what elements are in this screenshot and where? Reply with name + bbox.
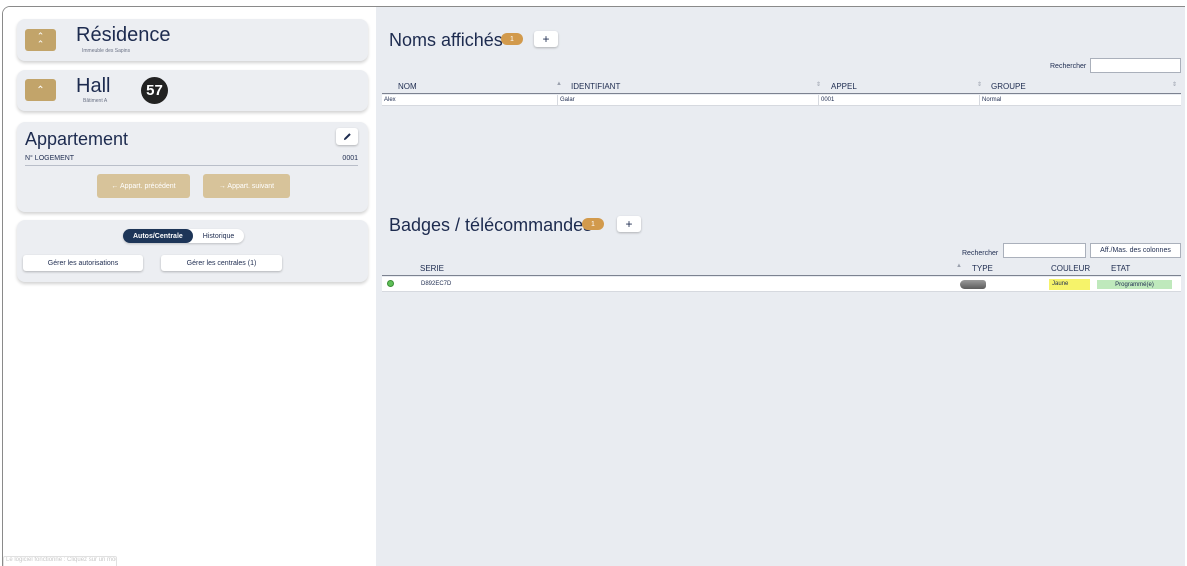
double-chevron-up-icon: ⌃ ⌃ (36, 31, 45, 49)
residence-title: Résidence (76, 24, 171, 46)
sort-icon: ⇕ (1172, 82, 1178, 88)
logement-value: 0001 (342, 155, 358, 162)
column-header-couleur[interactable]: COULEUR (1051, 264, 1090, 273)
right-panel: Noms affichés 1 + Rechercher NOM ▲ IDENT… (376, 7, 1185, 566)
hall-subtitle: Bâtiment A (83, 98, 108, 104)
column-divider (818, 95, 819, 106)
residence-toggle-button[interactable]: ⌃ ⌃ (25, 29, 56, 51)
previous-appartement-button[interactable]: ← Appart. précédent (97, 174, 190, 198)
cell-serie: D892EC7D (421, 281, 452, 287)
table-header-divider (382, 93, 1181, 94)
sort-icon: ⇕ (977, 82, 983, 88)
residence-card: ⌃ ⌃ Résidence Immeuble des Sapins (17, 19, 368, 61)
chevron-up-icon: ⌃ (36, 84, 45, 96)
table-row[interactable]: D892EC7D Jaune Programmé(e) (382, 277, 1181, 292)
column-header-nom[interactable]: NOM (398, 82, 417, 91)
appartement-card: Appartement N° LOGEMENT 0001 ← Appart. p… (17, 122, 368, 212)
badges-section-title: Badges / télécommandes (389, 215, 593, 235)
table-header-divider (382, 275, 1181, 276)
next-appartement-button[interactable]: → Appart. suivant (203, 174, 290, 198)
hall-title: Hall (76, 75, 111, 97)
settings-status-icon[interactable] (387, 280, 394, 287)
column-header-groupe[interactable]: GROUPE (991, 82, 1026, 91)
manage-centrales-button[interactable]: Gérer les centrales (1) (161, 255, 282, 271)
add-badge-button[interactable]: + (617, 216, 641, 232)
tab-autos-centrale[interactable]: Autos/Centrale (123, 229, 193, 243)
badges-search-input[interactable] (1003, 243, 1086, 258)
toggle-columns-button[interactable]: Aff./Mas. des colonnes (1090, 243, 1181, 258)
column-header-etat[interactable]: ETAT (1111, 264, 1130, 273)
cell-nom: Alex (384, 97, 396, 103)
cell-groupe: Normal (982, 97, 1002, 103)
sort-asc-icon: ▲ (556, 81, 562, 87)
hall-number-badge: 57 (141, 77, 168, 104)
edit-appartement-button[interactable] (336, 128, 358, 145)
noms-search-label: Rechercher (1050, 63, 1087, 70)
badges-search-label: Rechercher (962, 250, 999, 257)
table-row[interactable]: Alex Galar 0001 Normal (382, 95, 1181, 106)
manage-authorizations-button[interactable]: Gérer les autorisations (23, 255, 143, 271)
cell-appel: 0001 (821, 97, 835, 103)
noms-search-input[interactable] (1090, 58, 1181, 73)
column-header-identifiant[interactable]: IDENTIFIANT (571, 82, 620, 91)
left-panel: ⌃ ⌃ Résidence Immeuble des Sapins ⌃ Hall … (3, 7, 373, 566)
column-header-appel[interactable]: APPEL (831, 82, 857, 91)
noms-count-badge: 1 (501, 33, 523, 45)
column-header-serie[interactable]: SERIE (420, 264, 444, 273)
key-fob-icon (960, 280, 986, 289)
noms-section-title: Noms affichés (389, 30, 503, 50)
hall-toggle-button[interactable]: ⌃ (25, 79, 56, 101)
column-divider (557, 95, 558, 106)
divider (25, 165, 358, 166)
column-header-type[interactable]: TYPE (972, 264, 993, 273)
app-window: ⌃ ⌃ Résidence Immeuble des Sapins ⌃ Hall … (2, 6, 1185, 566)
sort-icon: ⇕ (816, 82, 822, 88)
tab-switcher: Autos/Centrale Historique (123, 229, 245, 243)
cell-etat: Programmé(e) (1097, 280, 1172, 289)
logement-label: N° LOGEMENT (25, 155, 75, 162)
column-divider (979, 95, 980, 106)
sort-asc-icon: ▲ (956, 263, 962, 269)
hall-card: ⌃ Hall Bâtiment A 57 (17, 70, 368, 111)
cell-couleur: Jaune (1049, 279, 1090, 290)
cell-identifiant: Galar (560, 97, 575, 103)
tab-historique[interactable]: Historique (193, 229, 245, 243)
add-nom-button[interactable]: + (534, 31, 558, 47)
appartement-title: Appartement (25, 129, 129, 149)
residence-subtitle: Immeuble des Sapins (82, 48, 131, 54)
status-hint: Le logiciel fonctionne : Cliquez sur un … (3, 556, 117, 566)
pencil-icon (343, 133, 351, 141)
badges-count-badge: 1 (582, 218, 604, 230)
actions-card: Autos/Centrale Historique Gérer les auto… (17, 220, 368, 282)
